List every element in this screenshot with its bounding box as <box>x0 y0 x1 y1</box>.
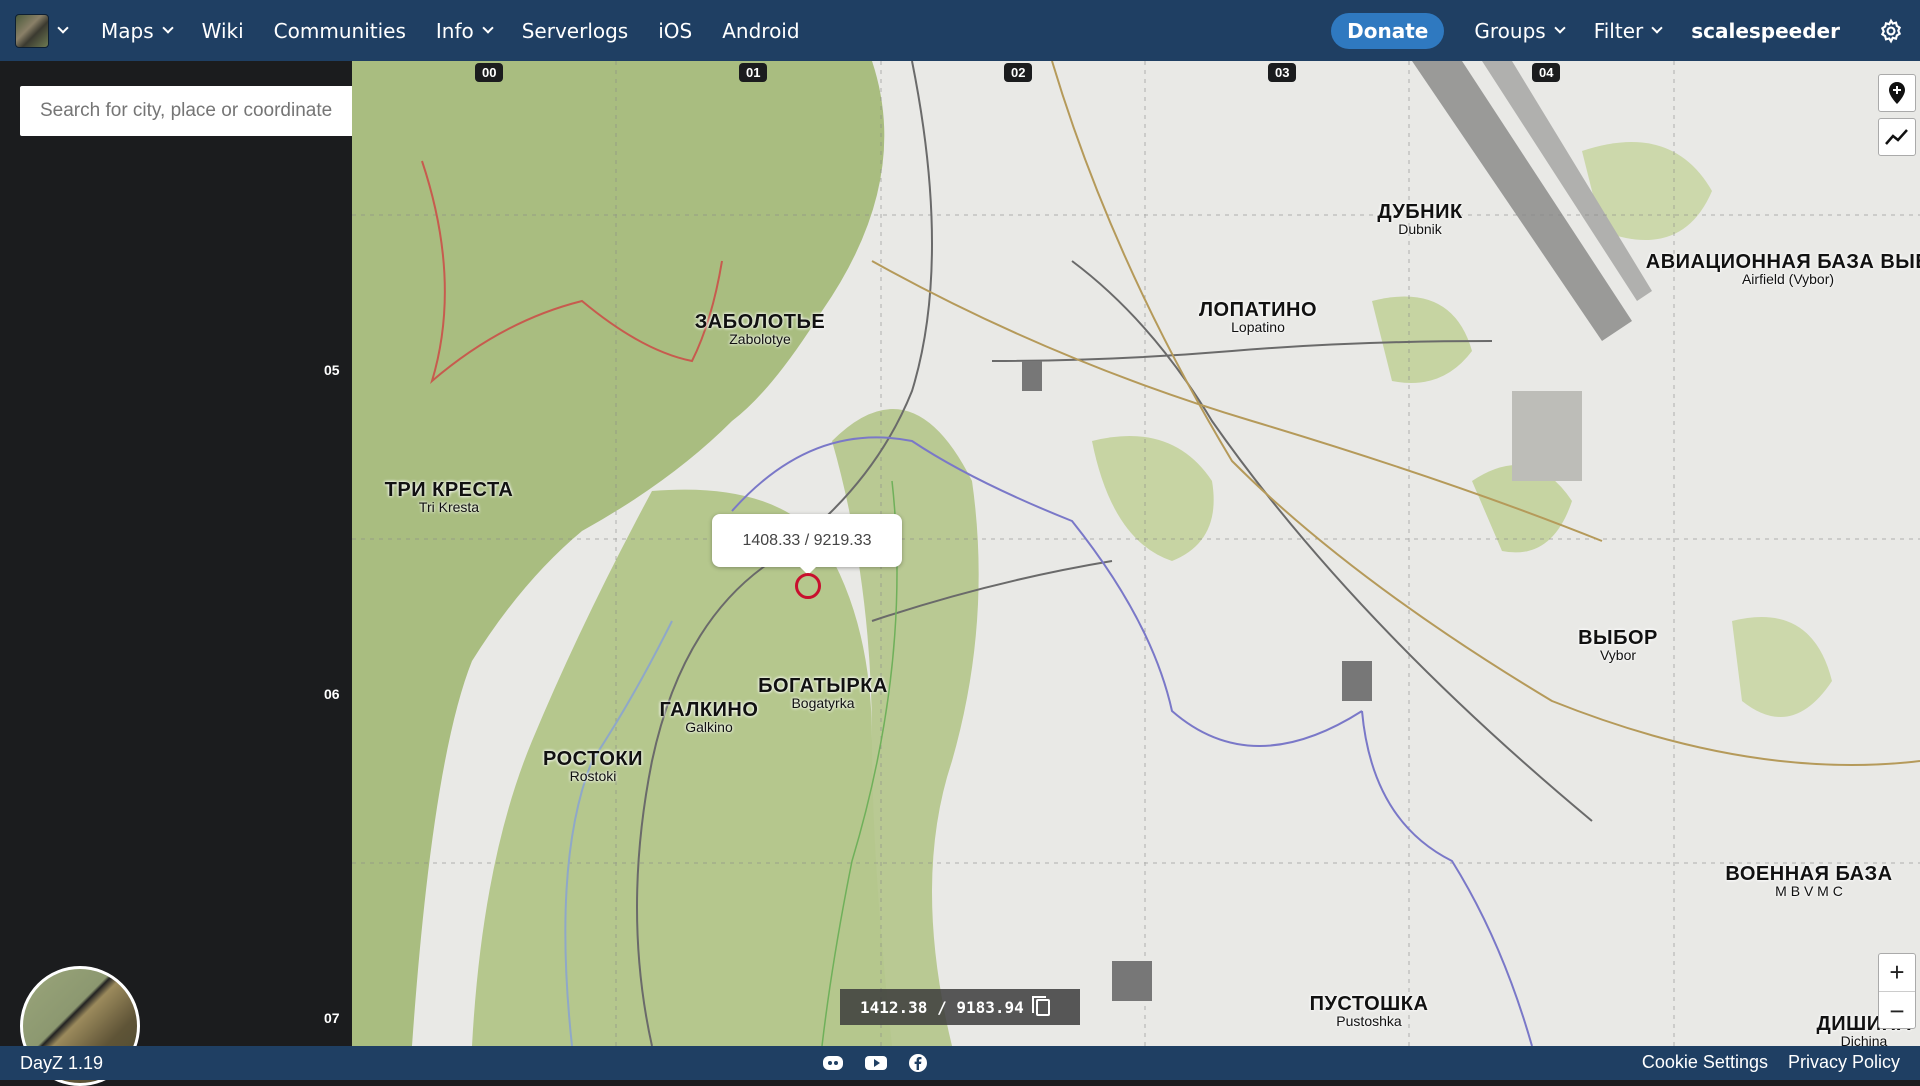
search-input[interactable] <box>40 100 370 122</box>
grid-column-label: 03 <box>1268 63 1297 82</box>
cookie-settings-link[interactable]: Cookie Settings <box>1642 1052 1768 1073</box>
grid-row-label: 05 <box>324 362 340 378</box>
app-logo[interactable] <box>15 13 49 48</box>
nav-serverlogs[interactable]: Serverlogs <box>522 19 629 43</box>
chevron-down-icon <box>161 21 174 34</box>
town-label[interactable]: ТРИ КРЕСТА Tri Kresta <box>385 479 514 515</box>
grid-column-label: 04 <box>1532 63 1561 82</box>
town-label[interactable]: АВИАЦИОННАЯ БАЗА ВЫБ Airfield (Vybor) <box>1646 251 1920 287</box>
map-view[interactable]: 00 01 02 03 04 ДУБНИК Dubnik АВИАЦИОННАЯ … <box>352 61 1920 1046</box>
nav-info[interactable]: Info <box>435 18 494 43</box>
grid-column-label: 01 <box>739 63 768 82</box>
nav-groups[interactable]: Groups <box>1474 18 1566 43</box>
popup-coords: 1408.33 / 9219.33 <box>742 531 872 549</box>
grid-row-label: 06 <box>324 686 340 702</box>
top-navbar: Maps Wiki Communities Info Serverlogs iO… <box>0 0 1920 61</box>
town-label[interactable]: ВЫБОР Vybor <box>1578 627 1658 663</box>
nav-ios[interactable]: iOS <box>658 19 692 43</box>
town-label[interactable]: ГАЛКИНО Galkino <box>660 699 759 735</box>
version-label: DayZ 1.19 <box>20 1052 104 1073</box>
grid-row-label: 07 <box>324 1010 340 1026</box>
nav-filter[interactable]: Filter <box>1593 18 1663 43</box>
nav-wiki-label: Wiki <box>201 18 244 43</box>
nav-communities[interactable]: Communities <box>274 19 406 43</box>
nav-info-label: Info <box>435 18 474 43</box>
town-label[interactable]: ЗАБОЛОТЬЕ Zabolotye <box>695 311 825 347</box>
privacy-policy-link[interactable]: Privacy Policy <box>1788 1052 1900 1073</box>
main-nav: Maps Wiki Communities Info Serverlogs iO… <box>101 0 830 61</box>
nav-communities-label: Communities <box>273 18 406 43</box>
map-pin-icon <box>1889 82 1905 104</box>
zoom-out-button[interactable]: − <box>1879 992 1915 1030</box>
user-menu[interactable]: scalespeeder <box>1691 19 1840 43</box>
chevron-down-icon <box>1651 21 1663 34</box>
footer: DayZ 1.19 Cookie Settings Privacy Policy <box>0 1046 1920 1080</box>
town-label[interactable]: РОСТОКИ Rostoki <box>543 748 643 784</box>
add-marker-button[interactable] <box>1878 74 1916 112</box>
cursor-coordinates: 1412.38 / 9183.94 <box>840 989 1080 1025</box>
zoom-in-button[interactable]: + <box>1879 954 1915 992</box>
nav-android-label: Android <box>722 18 800 43</box>
facebook-icon[interactable] <box>908 1053 928 1073</box>
nav-groups-label: Groups <box>1474 18 1546 43</box>
donate-button[interactable]: Donate <box>1331 12 1445 49</box>
nav-serverlogs-label: Serverlogs <box>521 18 629 43</box>
discord-icon[interactable] <box>822 1053 844 1073</box>
town-label[interactable]: БОГАТЫРКА Bogatyrka <box>758 675 888 711</box>
nav-ios-label: iOS <box>658 18 693 43</box>
cursor-coords-text: 1412.38 / 9183.94 <box>860 997 1024 1017</box>
town-label[interactable]: ДУБНИК Dubnik <box>1377 201 1462 237</box>
grid-column-label: 00 <box>475 63 504 82</box>
town-label[interactable]: ВОЕННАЯ БАЗА M B V M C <box>1725 863 1892 899</box>
town-label[interactable]: ЛОПАТИНО Lopatino <box>1199 299 1317 335</box>
measure-button[interactable] <box>1878 118 1916 156</box>
nav-wiki[interactable]: Wiki <box>202 19 244 43</box>
nav-maps[interactable]: Maps <box>101 18 174 43</box>
location-marker[interactable] <box>795 573 821 599</box>
coordinate-popup: 1408.33 / 9219.33 <box>712 514 902 575</box>
town-label[interactable]: ПУСТОШКА Pustoshka <box>1310 993 1429 1029</box>
line-chart-icon <box>1885 129 1908 145</box>
nav-android[interactable]: Android <box>722 19 799 43</box>
sidebar: 05 06 07 <box>0 61 422 1086</box>
nav-maps-label: Maps <box>101 18 154 43</box>
copy-icon[interactable] <box>1031 995 1050 1016</box>
grid-column-label: 02 <box>1004 63 1033 82</box>
youtube-icon[interactable] <box>864 1053 888 1073</box>
zoom-control: + − <box>1878 953 1916 1029</box>
logo-chevron-down-icon[interactable] <box>57 21 69 34</box>
map-tiles <box>352 61 1920 1046</box>
nav-filter-label: Filter <box>1593 18 1644 43</box>
chevron-down-icon <box>1554 21 1566 34</box>
gear-icon[interactable] <box>1878 17 1904 44</box>
chevron-down-icon <box>482 21 494 34</box>
